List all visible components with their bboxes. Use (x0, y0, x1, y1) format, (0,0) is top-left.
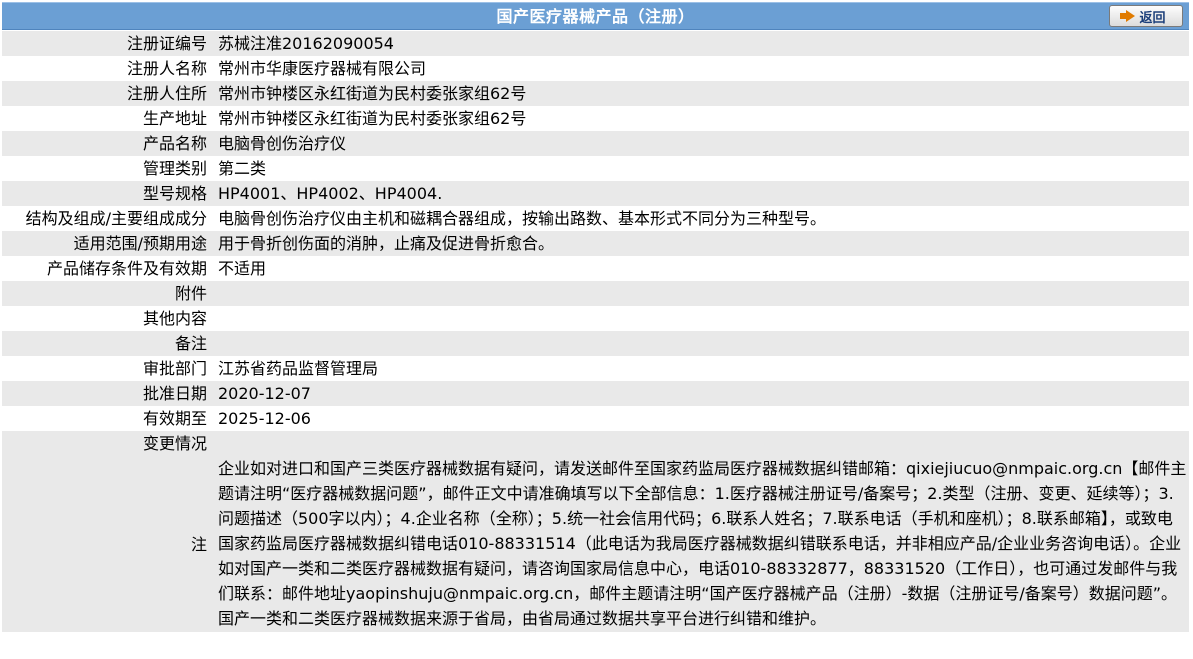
row-value (207, 431, 1189, 456)
row-value: 不适用 (218, 259, 267, 278)
row-value: 第二类 (218, 159, 267, 178)
row-value: 电脑骨创伤治疗仪 (218, 134, 347, 153)
table-row: 注册证编号 苏械注准20162090054 (2, 31, 1189, 56)
row-value: 2020-12-07 (218, 384, 311, 403)
table-row: 管理类别 第二类 (2, 156, 1189, 181)
row-label: 有效期至 (142, 409, 207, 428)
table-row: 审批部门 江苏省药品监督管理局 (2, 356, 1189, 381)
row-value: 用于骨折创伤面的消肿，止痛及促进骨折愈合。 (218, 234, 555, 253)
row-value: 常州市华康医疗器械有限公司 (218, 59, 427, 78)
row-value: 常州市钟楼区永红街道为民村委张家组62号 (218, 84, 527, 103)
row-value (207, 281, 1189, 306)
row-label: 审批部门 (142, 359, 207, 378)
table-row: 生产地址 常州市钟楼区永红街道为民村委张家组62号 (2, 106, 1189, 131)
row-label: 生产地址 (142, 109, 207, 128)
row-value (207, 306, 1189, 331)
row-label: 产品储存条件及有效期 (46, 259, 207, 278)
row-label: 批准日期 (142, 384, 207, 403)
row-label: 产品名称 (142, 134, 207, 153)
table-row: 备注 (2, 331, 1189, 356)
row-label: 注册证编号 (126, 34, 207, 53)
detail-table: 注册证编号 苏械注准20162090054 注册人名称 常州市华康医疗器械有限公… (2, 31, 1189, 632)
row-value: 2025-12-06 (218, 409, 311, 428)
page-title: 国产医疗器械产品（注册） (496, 7, 695, 26)
row-value: 电脑骨创伤治疗仪由主机和磁耦合器组成，按输出路数、基本形式不同分为三种型号。 (218, 209, 827, 228)
table-row: 型号规格 HP4001、HP4002、HP4004. (2, 181, 1189, 206)
row-label: 变更情况 (142, 434, 207, 453)
note-value: 企业如对进口和国产三类医疗器械数据有疑问，请发送邮件至国家药监局医疗器械数据纠错… (207, 456, 1189, 632)
row-value: 苏械注准20162090054 (218, 34, 394, 53)
row-value (207, 331, 1189, 356)
table-row: 注册人住所 常州市钟楼区永红街道为民村委张家组62号 (2, 81, 1189, 106)
note-row: 注 企业如对进口和国产三类医疗器械数据有疑问，请发送邮件至国家药监局医疗器械数据… (2, 456, 1189, 632)
row-label: 注册人住所 (126, 84, 207, 103)
table-row: 产品名称 电脑骨创伤治疗仪 (2, 131, 1189, 156)
table-row: 其他内容 (2, 306, 1189, 331)
row-label: 适用范围/预期用途 (73, 234, 207, 253)
row-value: 常州市钟楼区永红街道为民村委张家组62号 (218, 109, 527, 128)
row-label: 型号规格 (142, 184, 207, 203)
table-row: 适用范围/预期用途 用于骨折创伤面的消肿，止痛及促进骨折愈合。 (2, 231, 1189, 256)
row-value: 江苏省药品监督管理局 (218, 359, 379, 378)
table-row: 产品储存条件及有效期 不适用 (2, 256, 1189, 281)
back-button[interactable]: 返回 (1109, 5, 1183, 27)
table-row: 批准日期 2020-12-07 (2, 381, 1189, 406)
note-text: 企业如对进口和国产三类医疗器械数据有疑问，请发送邮件至国家药监局医疗器械数据纠错… (218, 459, 1187, 628)
row-value: HP4001、HP4002、HP4004. (218, 184, 443, 203)
row-label: 其他内容 (142, 309, 207, 328)
row-label: 附件 (174, 284, 207, 303)
table-row: 附件 (2, 281, 1189, 306)
row-label: 备注 (174, 334, 207, 353)
table-row: 结构及组成/主要组成成分 电脑骨创伤治疗仪由主机和磁耦合器组成，按输出路数、基本… (2, 206, 1189, 231)
back-button-label: 返回 (1139, 10, 1166, 26)
table-row: 变更情况 (2, 431, 1189, 456)
row-label: 结构及组成/主要组成成分 (25, 209, 207, 228)
note-label: 注 (190, 534, 207, 554)
table-row: 有效期至 2025-12-06 (2, 406, 1189, 431)
row-label: 管理类别 (142, 159, 207, 178)
row-label: 注册人名称 (126, 59, 207, 78)
page-header: 国产医疗器械产品（注册） 返回 (2, 2, 1189, 30)
arrow-right-icon (1120, 10, 1136, 22)
table-row: 注册人名称 常州市华康医疗器械有限公司 (2, 56, 1189, 81)
